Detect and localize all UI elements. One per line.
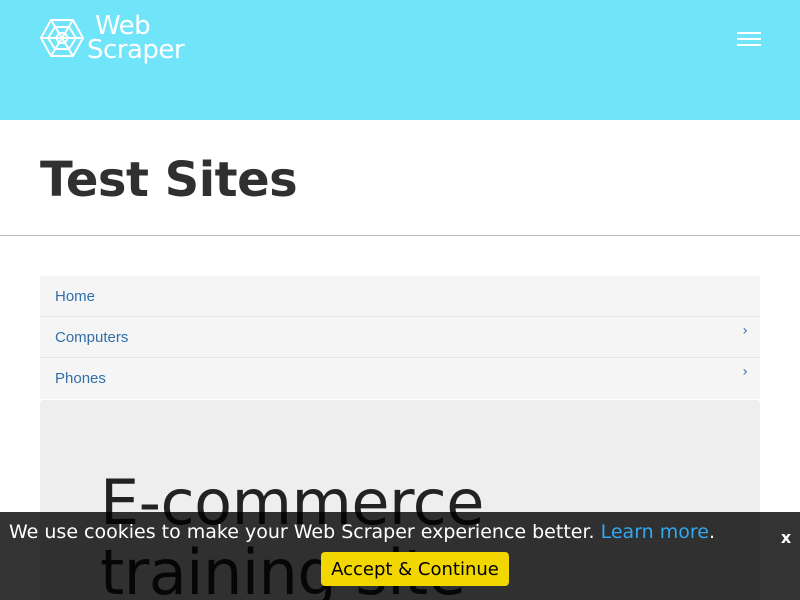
sidebar-item-computers[interactable]: Computers ›: [40, 317, 760, 358]
brand-name-line2: Scraper: [87, 35, 185, 65]
close-icon[interactable]: x: [778, 528, 794, 548]
site-header: Web Scraper: [0, 0, 800, 120]
hamburger-menu-icon[interactable]: [737, 30, 761, 48]
menu-bar: [737, 38, 761, 40]
cookie-message-text: We use cookies to make your Web Scraper …: [8, 521, 595, 543]
sidebar-nav: Home Computers › Phones ›: [40, 276, 760, 399]
menu-bar: [737, 44, 761, 46]
brand-logo-link[interactable]: Web Scraper: [40, 13, 185, 66]
spider-web-logo-icon: [40, 19, 84, 57]
sidebar-item-label: Home: [55, 287, 96, 305]
chevron-right-icon: ›: [742, 323, 748, 339]
chevron-right-icon: ›: [742, 364, 748, 380]
sidebar-item-phones[interactable]: Phones ›: [40, 358, 760, 399]
menu-bar: [737, 32, 761, 34]
brand-name: Web Scraper: [87, 13, 185, 65]
cookie-message-period: .: [708, 521, 716, 543]
cookie-banner: We use cookies to make your Web Scraper …: [0, 512, 800, 600]
sidebar-item-label: Computers: [55, 328, 129, 346]
sidebar-item-label: Phones: [55, 370, 106, 387]
page-title: Test Sites: [40, 152, 298, 208]
accept-continue-button[interactable]: Accept & Continue: [321, 552, 509, 586]
page-title-section: Test Sites: [0, 120, 800, 236]
sidebar-item-home[interactable]: Home: [40, 276, 760, 317]
cookie-message: We use cookies to make your Web Scraper …: [0, 520, 724, 544]
learn-more-link[interactable]: Learn more: [601, 521, 709, 543]
